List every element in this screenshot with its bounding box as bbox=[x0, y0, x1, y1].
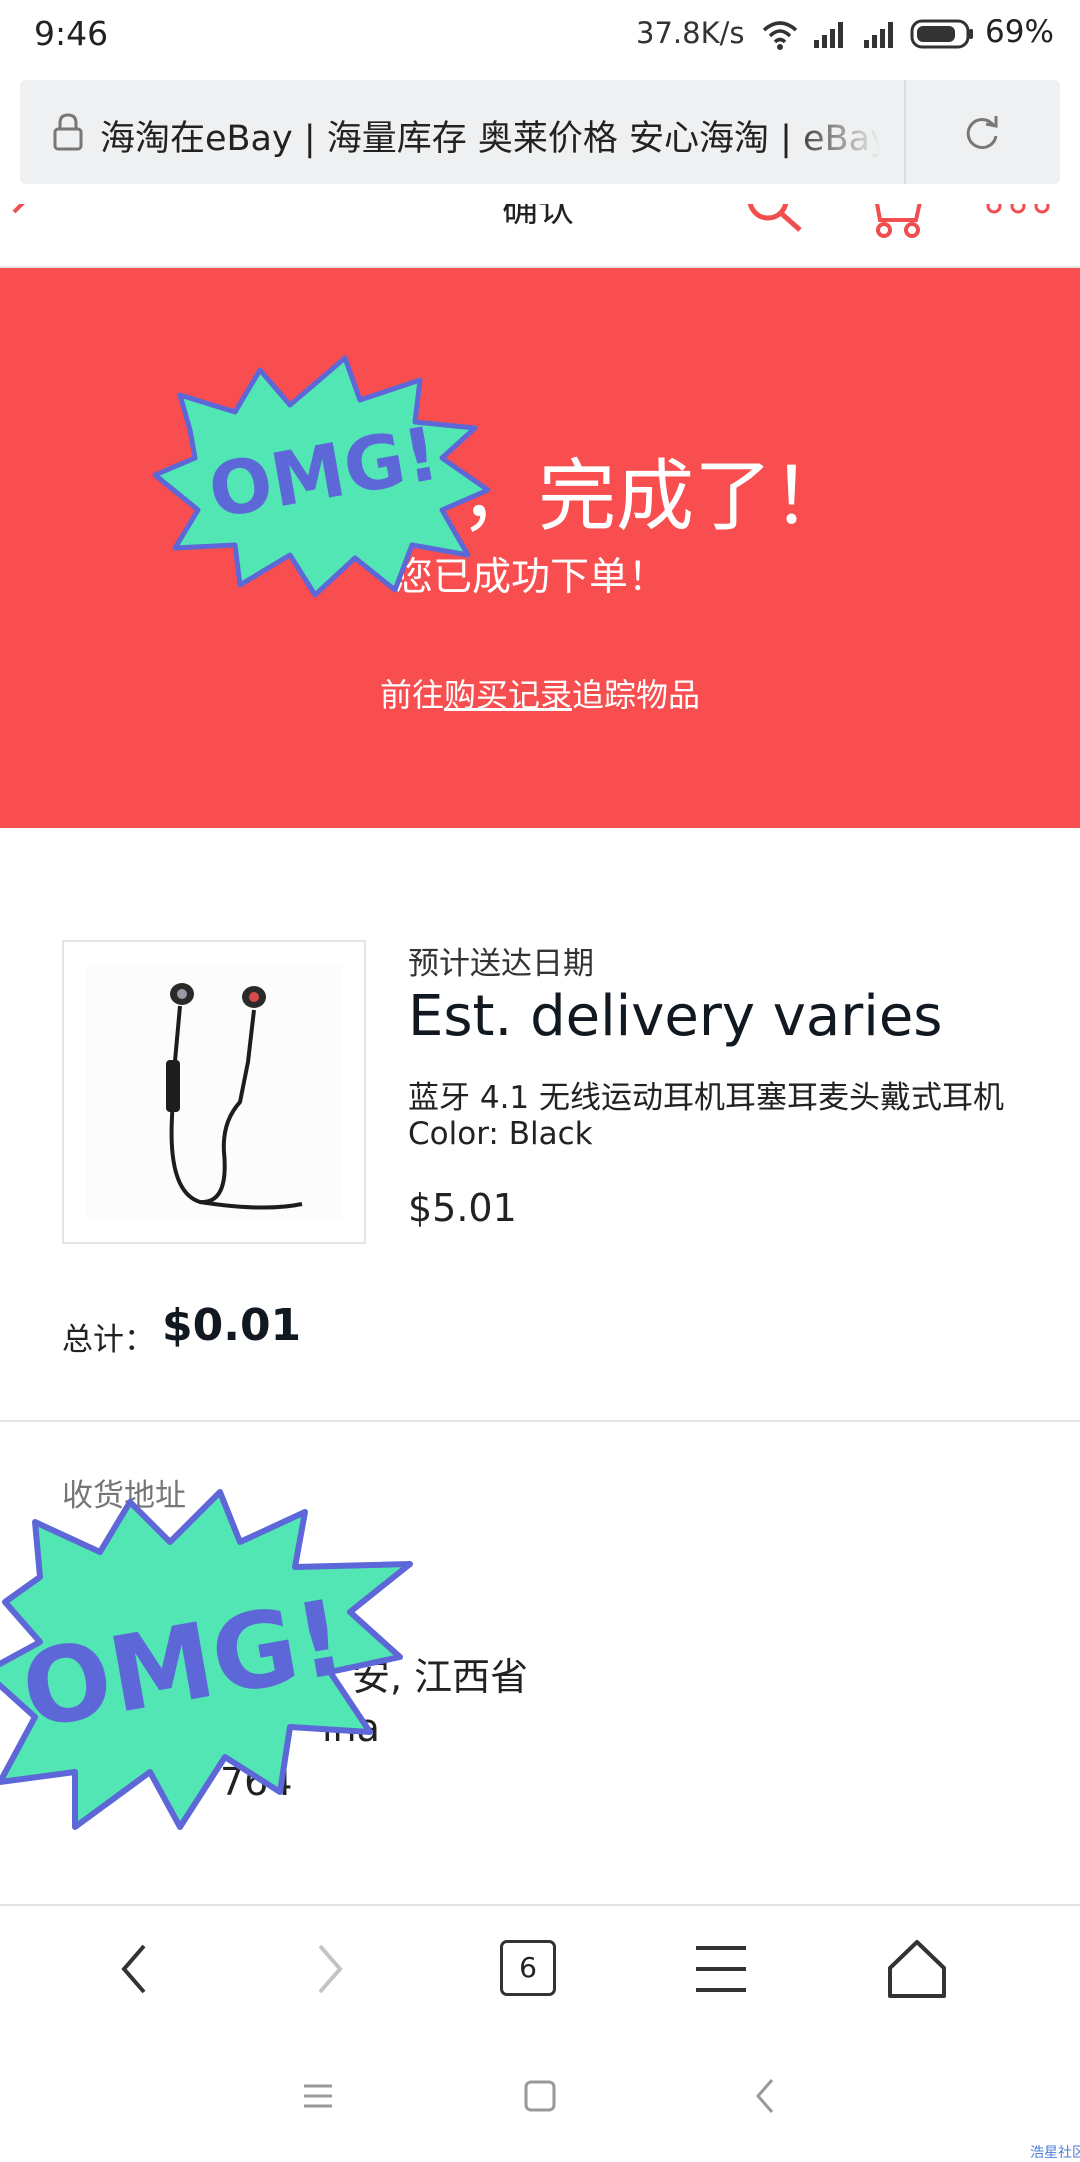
search-icon[interactable] bbox=[744, 204, 808, 240]
total-label: 总计： bbox=[62, 1322, 155, 1358]
item-color: Color: Black bbox=[408, 1116, 593, 1152]
status-net-speed: 37.8K/s bbox=[636, 16, 745, 50]
section-divider bbox=[0, 1420, 1080, 1422]
browser-forward-icon[interactable] bbox=[294, 1934, 364, 2004]
prompt-suffix: 追踪物品 bbox=[572, 676, 701, 714]
confirmation-title: ，完成了！ bbox=[460, 452, 851, 542]
purchase-history-link[interactable]: 购买记录 bbox=[444, 676, 572, 714]
watermark: 浩星社区 bbox=[1030, 2145, 1080, 2161]
delivery-label: 预计送达日期 bbox=[408, 946, 594, 982]
hamburger-icon[interactable] bbox=[686, 1934, 756, 2004]
browser-back-icon[interactable] bbox=[100, 1934, 170, 2004]
reload-icon[interactable] bbox=[962, 112, 1002, 152]
earphones-image bbox=[86, 964, 342, 1220]
page-title: 确认 bbox=[502, 204, 575, 230]
page-header: 确认 bbox=[0, 204, 1080, 268]
confirmation-banner: ，完成了！ 您已成功下单！ 前往购买记录追踪物品 bbox=[0, 268, 1080, 828]
purchase-history-prompt: 前往购买记录追踪物品 bbox=[0, 670, 1080, 716]
back-nav-icon[interactable] bbox=[748, 2076, 784, 2116]
address-country: ina bbox=[322, 1706, 380, 1750]
product-thumbnail[interactable] bbox=[62, 940, 366, 1244]
address-bar-divider bbox=[904, 80, 906, 184]
shipping-address-label: 收货地址 bbox=[62, 1478, 186, 1514]
delivery-value: Est. delivery varies bbox=[408, 984, 943, 1049]
confirmation-subtitle: 您已成功下单！ bbox=[394, 555, 668, 600]
address-phone: 764 bbox=[220, 1760, 293, 1804]
recents-icon[interactable] bbox=[300, 2078, 336, 2114]
omg-text-large: OMG! bbox=[13, 1576, 354, 1753]
home-icon[interactable] bbox=[882, 1934, 952, 2004]
item-title[interactable]: 蓝牙 4.1 无线运动耳机耳塞耳麦头戴式耳机 bbox=[408, 1072, 1048, 1117]
cart-icon[interactable] bbox=[866, 204, 926, 244]
menu-icon[interactable] bbox=[986, 204, 1050, 220]
url-title[interactable]: 海淘在eBay | 海量库存 奥莱价格 安心海淘 | eBay bbox=[100, 110, 880, 161]
lock-icon bbox=[53, 113, 83, 151]
battery-icon bbox=[910, 19, 973, 49]
prompt-prefix: 前往 bbox=[379, 676, 444, 714]
status-time: 9:46 bbox=[34, 14, 109, 53]
address-city: 安, 江西省 bbox=[352, 1655, 529, 1699]
status-battery-percent: 69% bbox=[985, 14, 1054, 50]
home-nav-icon[interactable] bbox=[522, 2078, 558, 2114]
back-icon[interactable] bbox=[8, 204, 38, 234]
item-price: $5.01 bbox=[408, 1186, 517, 1230]
wifi-icon bbox=[762, 21, 798, 50]
signal-icon-1 bbox=[814, 22, 843, 48]
tab-count-button[interactable]: 6 bbox=[500, 1940, 556, 1996]
total-value: $0.01 bbox=[162, 1300, 302, 1351]
signal-icon-2 bbox=[864, 22, 893, 48]
